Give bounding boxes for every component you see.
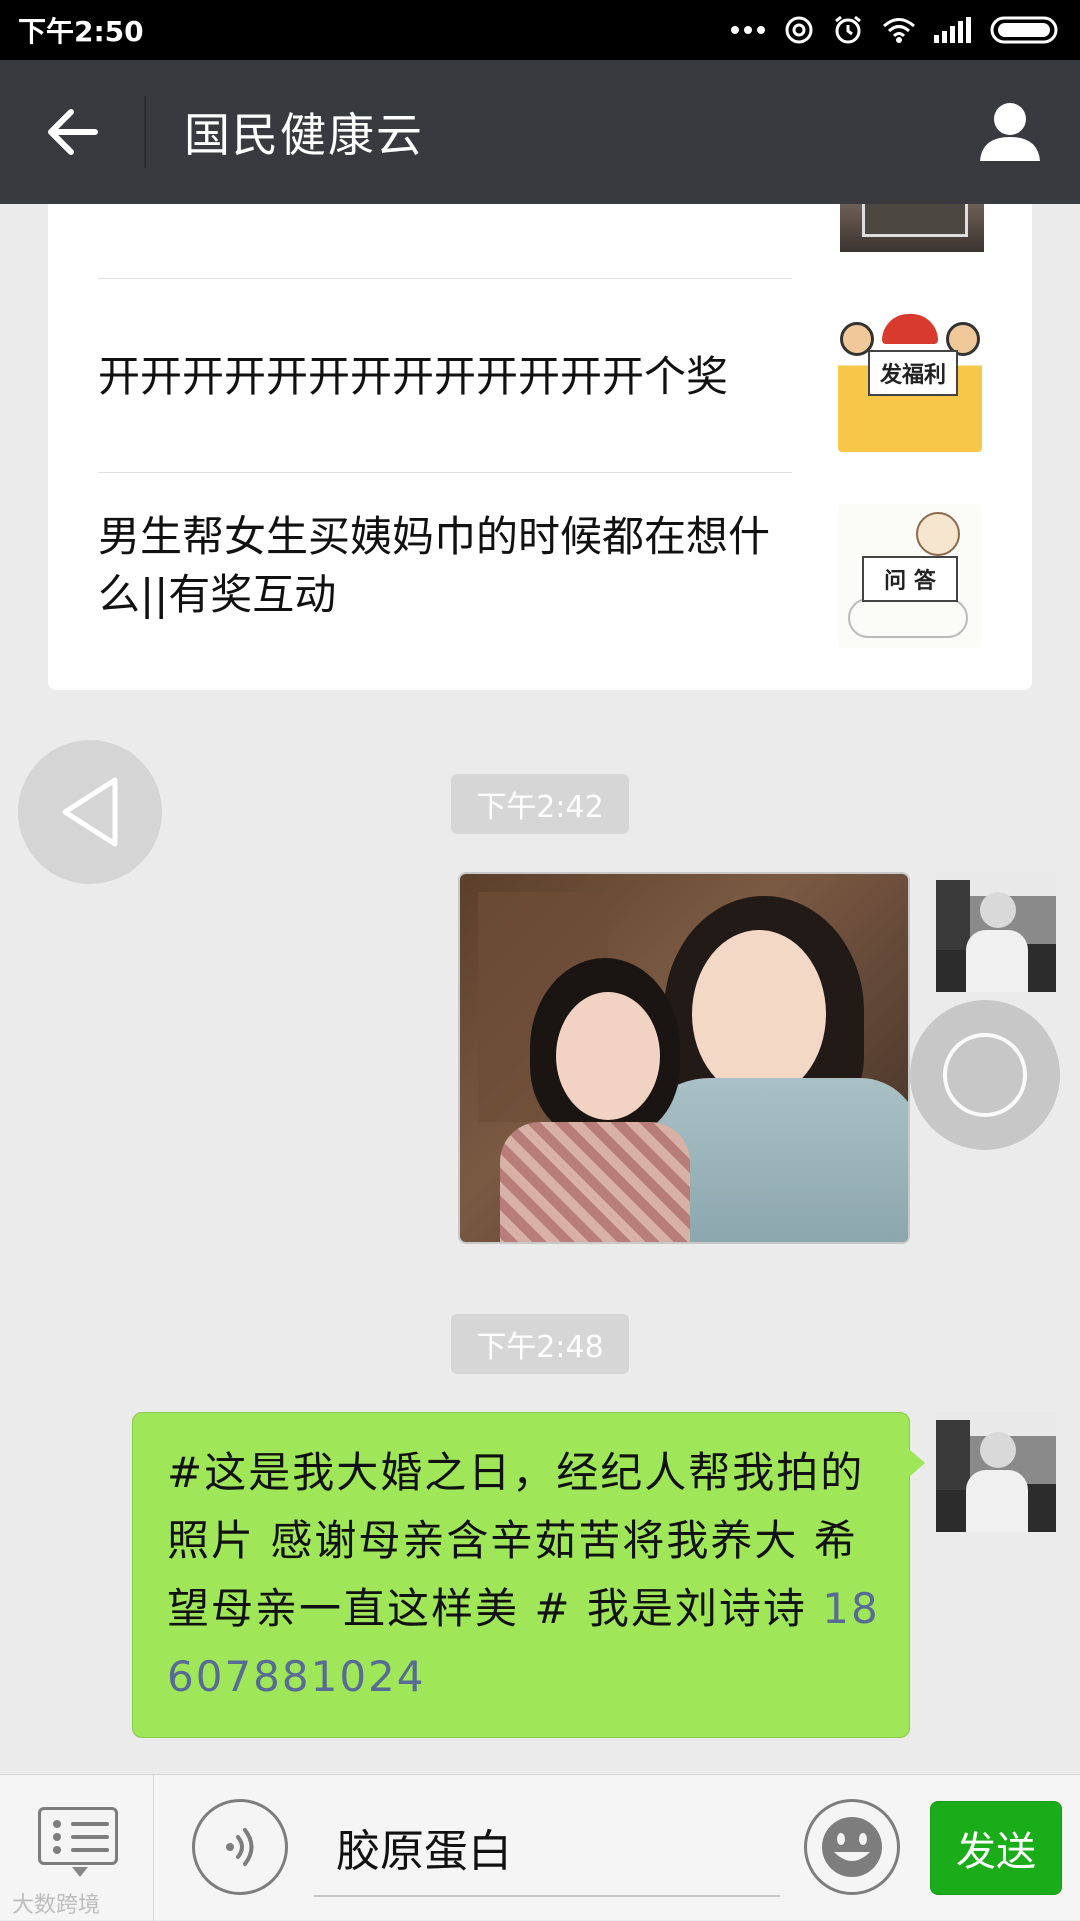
- voice-icon: [226, 1828, 254, 1866]
- message-body: #这是我大婚之日，经纪人帮我拍的照片 感谢母亲含辛茹苦将我养大 希望母亲一直这样…: [167, 1448, 865, 1633]
- nav-bar: 国民健康云: [0, 60, 1080, 204]
- status-icons: [730, 14, 1062, 46]
- play-back-icon: [62, 777, 118, 847]
- message-timestamp: 下午2:42: [451, 774, 629, 834]
- avatar[interactable]: [936, 1412, 1056, 1532]
- article-thumbnail: 发福利: [838, 308, 982, 452]
- message-input[interactable]: [314, 1799, 780, 1897]
- caret-down-icon: [72, 1867, 88, 1877]
- person-icon: [980, 103, 1040, 161]
- message-text: #这是我大婚之日，经纪人帮我拍的照片 感谢母亲含辛茹苦将我养大 希望母亲一直这样…: [167, 1439, 881, 1711]
- article-item[interactable]: 开开开开开开开开开开开开开个奖 发福利: [98, 304, 998, 454]
- voice-button[interactable]: [192, 1799, 288, 1895]
- signal-ring-icon: [785, 16, 813, 44]
- status-bar: 下午2:50: [0, 0, 1080, 60]
- article-title: 男生帮女生买姨妈巾的时候都在想什么||有奖互动: [98, 512, 771, 619]
- emoji-icon: [822, 1817, 882, 1877]
- text-message-bubble[interactable]: #这是我大婚之日，经纪人帮我拍的照片 感谢母亲含辛茹苦将我养大 希望母亲一直这样…: [132, 1412, 925, 1738]
- article-title: 开开开开开开开开开开开开开个奖: [98, 352, 729, 401]
- battery-icon: [990, 16, 1058, 44]
- loading-indicator: [910, 1000, 1060, 1150]
- alarm-icon: [835, 15, 861, 44]
- avatar[interactable]: [936, 872, 1056, 992]
- input-bar: 大数跨境 发送: [0, 1774, 1080, 1921]
- menu-list-icon: [38, 1807, 118, 1865]
- article-thumbnail: 问 答: [838, 504, 982, 648]
- thumbnail-label: 问 答: [862, 556, 958, 602]
- separator: [98, 278, 792, 279]
- chat-area[interactable]: 开开开开开开开开开开开开开个奖 发福利 男生帮女生买姨妈巾的时候都在想什么||有…: [0, 204, 1080, 1774]
- article-item[interactable]: 男生帮女生买姨妈巾的时候都在想什么||有奖互动 问 答: [98, 500, 998, 670]
- article-thumbnail-partial: [840, 204, 984, 252]
- more-dots-icon: [731, 26, 765, 34]
- floating-back-button[interactable]: [18, 740, 162, 884]
- separator: [98, 472, 792, 473]
- cell-signal-icon: [934, 17, 971, 43]
- watermark: 大数跨境: [12, 1893, 101, 1918]
- send-button[interactable]: 发送: [930, 1801, 1062, 1895]
- menu-toggle-button[interactable]: 大数跨境: [0, 1775, 154, 1921]
- nav-divider: [144, 96, 146, 168]
- thumbnail-label: 发福利: [868, 350, 958, 396]
- profile-button[interactable]: [940, 60, 1080, 204]
- back-button[interactable]: [0, 60, 144, 204]
- back-arrow-icon: [48, 109, 98, 155]
- status-time: 下午2:50: [18, 15, 144, 48]
- wifi-icon: [883, 18, 915, 43]
- loading-ring-icon: [943, 1033, 1027, 1117]
- message-timestamp: 下午2:48: [451, 1314, 629, 1374]
- page-title: 国民健康云: [184, 108, 424, 162]
- emoji-button[interactable]: [804, 1799, 900, 1895]
- image-message[interactable]: [458, 872, 910, 1244]
